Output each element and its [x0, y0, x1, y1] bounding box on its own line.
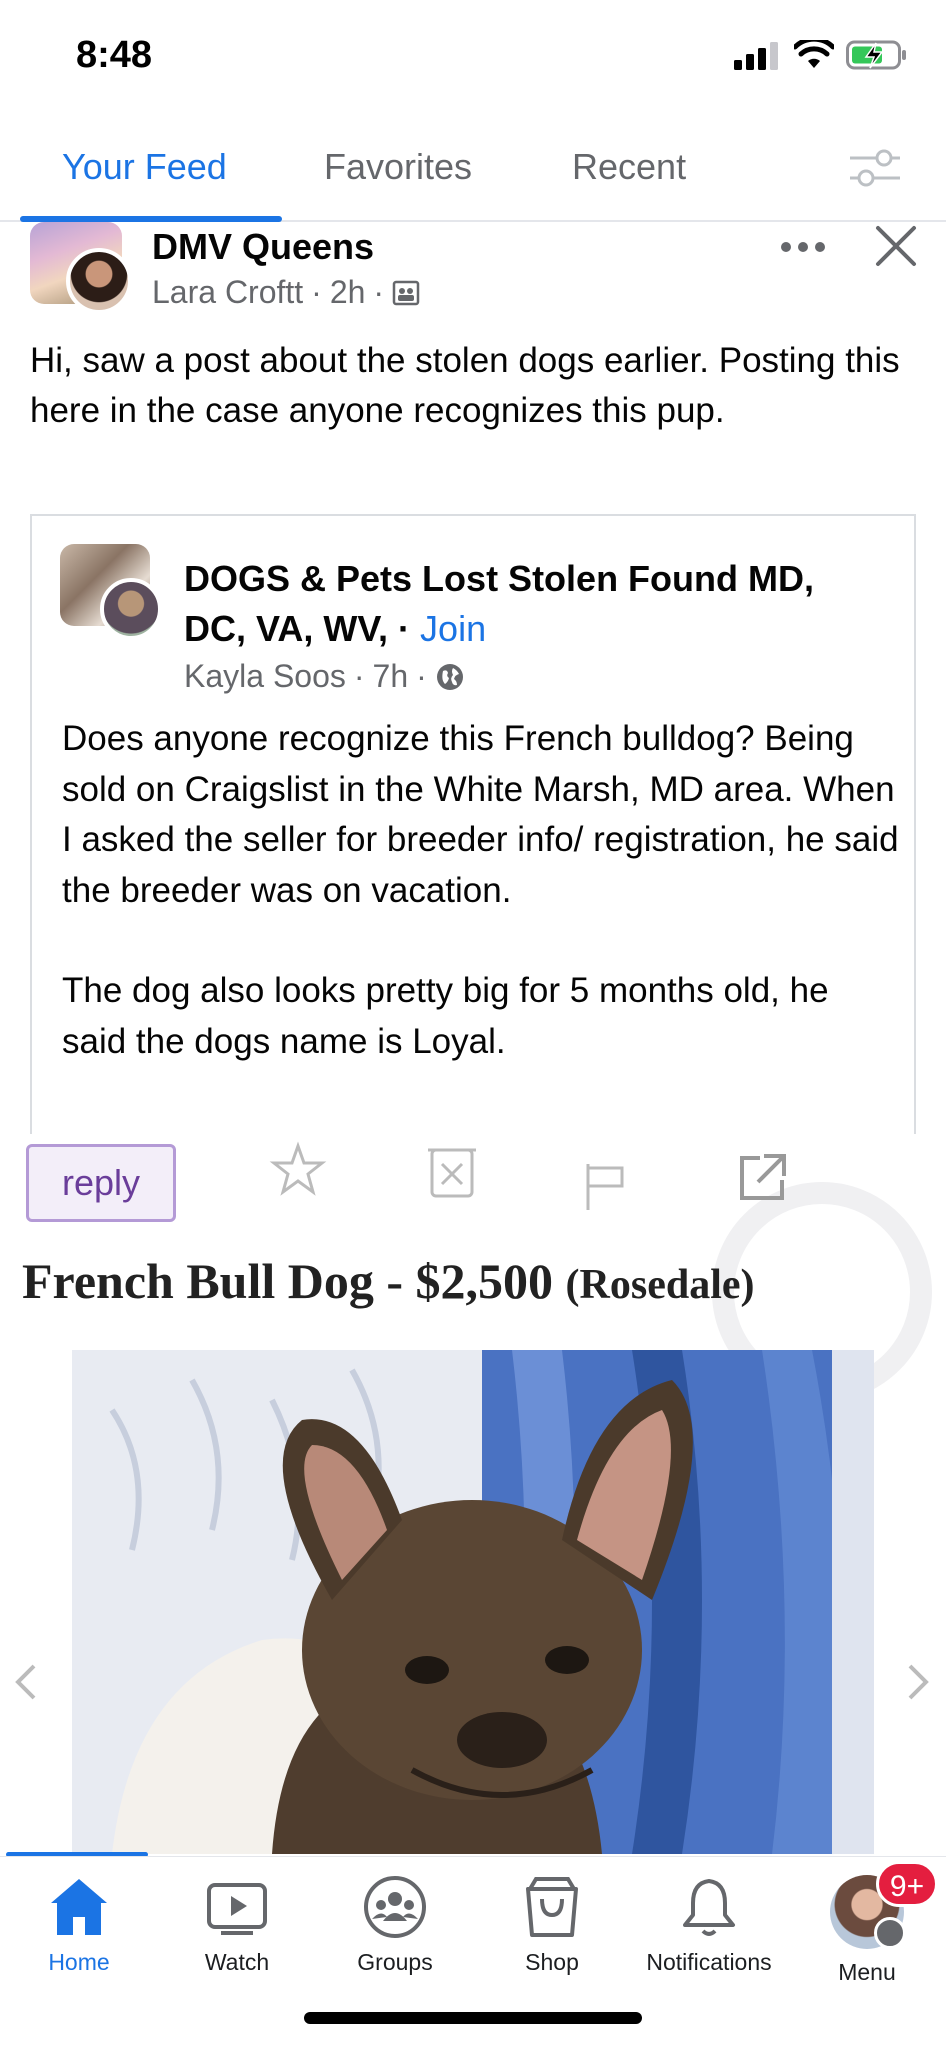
- group-name[interactable]: DMV Queens: [152, 226, 374, 268]
- post-text: Hi, saw a post about the stolen dogs ear…: [30, 341, 900, 430]
- close-icon[interactable]: [872, 222, 920, 270]
- status-icons: [734, 40, 908, 70]
- status-time: 8:48: [76, 34, 153, 76]
- meta-separator: ·: [398, 608, 421, 649]
- listing-screenshot[interactable]: reply French Bull Dog - $2,500 (Rosedale…: [0, 1136, 946, 1854]
- nav-label: Home: [48, 1949, 110, 1975]
- nav-watch[interactable]: Watch: [158, 1875, 316, 2005]
- listing-location: (Rosedale): [565, 1262, 755, 1308]
- flag-icon[interactable]: [584, 1162, 628, 1212]
- previous-image-arrow-icon[interactable]: [14, 1662, 38, 1702]
- cellular-signal-icon: [734, 42, 778, 70]
- shared-post-paragraph: The dog also looks pretty big for 5 mont…: [62, 971, 829, 1061]
- shared-group-name[interactable]: DOGS & Pets Lost Stolen Found MD, DC, VA…: [184, 558, 814, 649]
- meta-separator: ·: [416, 658, 427, 694]
- nav-label: Groups: [357, 1949, 433, 1975]
- feed-tabs: Your Feed Favorites Recent: [0, 130, 946, 222]
- nav-label: Notifications: [646, 1949, 772, 1975]
- groups-icon: [364, 1876, 426, 1938]
- shared-post-time[interactable]: 7h: [373, 658, 409, 695]
- listing-title-text: French Bull Dog - $2,500: [22, 1253, 554, 1309]
- post-time[interactable]: 2h: [330, 274, 366, 311]
- next-image-arrow-icon[interactable]: [906, 1662, 930, 1702]
- notification-count-badge: 9+: [876, 1861, 938, 1907]
- public-globe-icon: [436, 663, 463, 690]
- avatar: 9+: [830, 1861, 938, 1949]
- author-avatar[interactable]: [66, 248, 132, 314]
- tab-favorites[interactable]: Favorites: [324, 146, 472, 188]
- group-privacy-icon: [392, 280, 420, 305]
- nav-menu[interactable]: 9+ Menu: [788, 1861, 946, 2005]
- nav-label: Watch: [204, 1949, 270, 1975]
- menu-hamburger-icon: [874, 1917, 906, 1949]
- wifi-icon: [794, 40, 834, 68]
- listing-title: French Bull Dog - $2,500 (Rosedale): [22, 1252, 755, 1310]
- shared-post-text: Does anyone recognize this French bulldo…: [62, 714, 902, 1067]
- star-icon[interactable]: [268, 1140, 328, 1200]
- shop-icon: [526, 1877, 578, 1937]
- nav-home[interactable]: Home: [0, 1875, 158, 2005]
- join-group-link[interactable]: Join: [420, 608, 486, 649]
- post-meta: Lara Croftt · 2h ·: [152, 274, 420, 311]
- more-options-icon[interactable]: [780, 240, 826, 254]
- shared-post-meta: Kayla Soos · 7h ·: [184, 658, 465, 695]
- shared-group-title: DOGS & Pets Lost Stolen Found MD, DC, VA…: [184, 554, 884, 654]
- post-header: DMV Queens Lara Croftt · 2h ·: [0, 222, 946, 322]
- reply-button[interactable]: reply: [26, 1144, 176, 1222]
- shared-post-paragraph: Does anyone recognize this French bulldo…: [62, 719, 899, 910]
- battery-charging-icon: [846, 40, 906, 70]
- nav-label: Shop: [525, 1949, 579, 1975]
- nav-label: Menu: [838, 1959, 896, 1985]
- french-bulldog-photo[interactable]: [72, 1350, 874, 1854]
- home-indicator[interactable]: [304, 2012, 642, 2024]
- shared-author-avatar: [100, 578, 162, 640]
- shared-group-avatar[interactable]: [60, 544, 164, 640]
- author-name[interactable]: Lara Croftt: [152, 274, 303, 311]
- filter-settings-icon[interactable]: [848, 146, 902, 190]
- meta-separator: ·: [373, 274, 385, 310]
- share-external-icon[interactable]: [734, 1150, 790, 1206]
- trash-hide-icon[interactable]: [424, 1140, 480, 1200]
- bell-icon: [683, 1879, 735, 1936]
- watch-icon: [207, 1883, 267, 1935]
- tab-your-feed[interactable]: Your Feed: [62, 146, 227, 188]
- nav-shop[interactable]: Shop: [473, 1875, 631, 2005]
- home-icon: [51, 1879, 107, 1935]
- tab-recent[interactable]: Recent: [572, 146, 686, 188]
- shared-post-card[interactable]: DOGS & Pets Lost Stolen Found MD, DC, VA…: [30, 514, 916, 1134]
- status-bar: 8:48: [0, 0, 946, 110]
- meta-separator: ·: [353, 658, 365, 694]
- nav-groups[interactable]: Groups: [316, 1875, 474, 2005]
- meta-separator: ·: [311, 274, 322, 310]
- nav-notifications[interactable]: Notifications: [630, 1875, 788, 2005]
- shared-author-name[interactable]: Kayla Soos: [184, 658, 346, 695]
